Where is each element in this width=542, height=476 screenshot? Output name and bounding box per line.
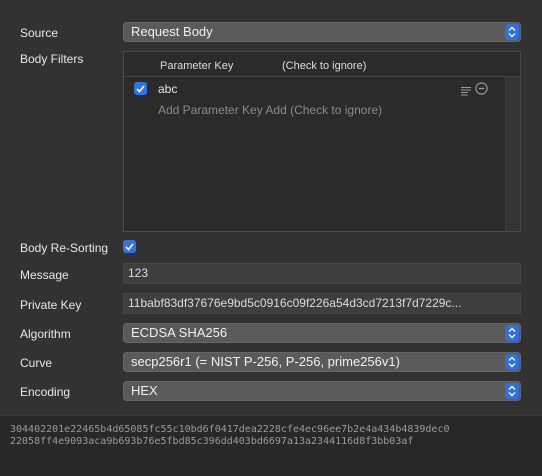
- algorithm-popup[interactable]: ECDSA SHA256: [123, 323, 521, 343]
- body-filters-table: Parameter Key (Check to ignore) abc Add …: [123, 51, 521, 232]
- source-popup[interactable]: Request Body: [123, 22, 521, 42]
- private-key-field[interactable]: 11babf83df37676e9bd5c0916c09f226a54d3cd7…: [123, 293, 521, 314]
- source-label: Source: [20, 26, 59, 40]
- remove-icon[interactable]: [475, 82, 488, 100]
- chevron-updown-icon: [505, 383, 519, 399]
- checkmark-icon: [136, 84, 145, 93]
- chevron-updown-icon: [505, 325, 519, 341]
- encoding-popup[interactable]: HEX: [123, 381, 521, 401]
- output-line-1: 304402201e22465b4d65085fc55c10bd6f0417de…: [10, 424, 450, 435]
- source-value: Request Body: [131, 24, 213, 39]
- checkmark-icon: [125, 242, 134, 251]
- column-header-ignore[interactable]: (Check to ignore): [282, 60, 366, 72]
- output-line-2: 22058ff4e9093aca9b693b76e5fbd85c396dd403…: [10, 436, 414, 447]
- parameter-key-value[interactable]: abc: [158, 82, 177, 96]
- encoding-label: Encoding: [20, 385, 71, 399]
- chevron-updown-icon: [505, 24, 519, 40]
- private-key-label: Private Key: [20, 298, 82, 312]
- table-row[interactable]: abc: [124, 78, 506, 100]
- body-filters-label: Body Filters: [20, 52, 84, 66]
- signature-output[interactable]: 304402201e22465b4d65085fc55c10bd6f0417de…: [0, 415, 542, 476]
- curve-label: Curve: [20, 356, 53, 370]
- list-icon[interactable]: [460, 83, 472, 101]
- body-resorting-label: Body Re-Sorting: [20, 241, 109, 255]
- column-header-key[interactable]: Parameter Key: [160, 60, 233, 72]
- message-field[interactable]: 123: [123, 263, 521, 284]
- add-row[interactable]: Add Parameter Key Add (Check to ignore): [124, 100, 506, 122]
- table-header: Parameter Key (Check to ignore): [124, 52, 520, 77]
- signature-panel: Source Request Body Body Filters Paramet…: [0, 0, 542, 415]
- table-scroll-gutter: [505, 77, 520, 231]
- curve-value: secp256r1 (= NIST P-256, P-256, prime256…: [131, 354, 400, 369]
- body-resorting-checkbox[interactable]: [123, 240, 136, 253]
- algorithm-label: Algorithm: [20, 327, 71, 341]
- curve-popup[interactable]: secp256r1 (= NIST P-256, P-256, prime256…: [123, 352, 521, 372]
- encoding-value: HEX: [131, 383, 158, 398]
- ignore-checkbox[interactable]: [134, 82, 147, 95]
- message-label: Message: [20, 268, 69, 282]
- chevron-updown-icon: [505, 354, 519, 370]
- algorithm-value: ECDSA SHA256: [131, 325, 228, 340]
- add-parameter-placeholder[interactable]: Add Parameter Key Add (Check to ignore): [158, 103, 382, 117]
